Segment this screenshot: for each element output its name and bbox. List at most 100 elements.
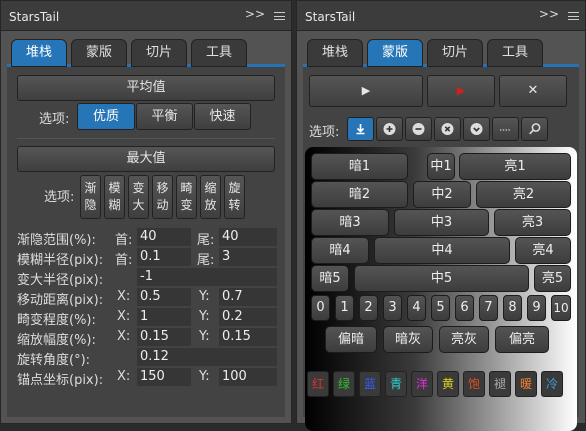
fast-option-button[interactable]: 快速 (194, 103, 251, 130)
quality-option-button[interactable]: 优质 (77, 103, 135, 130)
level-5-button[interactable]: 5 (431, 295, 450, 321)
mid3-button[interactable]: 中3 (394, 209, 489, 236)
blur-end-input[interactable]: 3 (219, 248, 277, 266)
dots-icon-button[interactable] (492, 117, 519, 141)
move-effect-button[interactable]: 移动 (152, 175, 173, 219)
mid2-button[interactable]: 中2 (413, 181, 471, 208)
tab-mask[interactable]: 蒙版 (367, 39, 423, 67)
level-7-button[interactable]: 7 (479, 295, 498, 321)
dark2-button[interactable]: 暗2 (311, 181, 408, 208)
light5-button[interactable]: 亮5 (534, 265, 571, 292)
level-10-button[interactable]: 10 (551, 295, 571, 321)
subtract-icon-button[interactable] (405, 117, 432, 141)
tab-tools[interactable]: 工具 (191, 39, 247, 67)
tab-tools[interactable]: 工具 (487, 39, 543, 67)
anchor-y-input[interactable]: 100 (219, 368, 277, 386)
tab-stack[interactable]: 堆栈 (307, 39, 363, 67)
scale-x-input[interactable]: 0.15 (137, 328, 191, 346)
distort-x-key: X: (117, 309, 131, 324)
record-button[interactable]: ▶ (427, 75, 495, 107)
exclude-icon-button[interactable] (434, 117, 461, 141)
distort-effect-button[interactable]: 畸变 (176, 175, 197, 219)
darker-button[interactable]: 偏暗 (325, 326, 377, 353)
tab-stack[interactable]: 堆栈 (11, 39, 67, 67)
panel-title-bar: StarsTail >> (297, 1, 585, 31)
level-8-button[interactable]: 8 (503, 295, 522, 321)
warm-button[interactable]: 暖 (515, 371, 537, 397)
search-icon-button[interactable] (521, 117, 548, 141)
divider (17, 138, 275, 139)
dark3-button[interactable]: 暗3 (311, 209, 389, 236)
red-color-button[interactable]: 红 (307, 371, 329, 397)
collapse-chevron-icon[interactable]: >> (245, 7, 265, 21)
saturation-button[interactable]: 饱 (463, 371, 485, 397)
grow-radius-input[interactable]: -1 (137, 268, 277, 286)
level-9-button[interactable]: 9 (527, 295, 546, 321)
dark4-button[interactable]: 暗4 (311, 237, 369, 264)
search-icon (529, 123, 541, 135)
yellow-color-button[interactable]: 黄 (437, 371, 459, 397)
fade-start-input[interactable]: 40 (137, 228, 191, 246)
light4-button[interactable]: 亮4 (515, 237, 571, 264)
magenta-color-button[interactable]: 洋 (411, 371, 433, 397)
dark-gray-button[interactable]: 暗灰 (383, 326, 433, 353)
dark5-button[interactable]: 暗5 (311, 265, 349, 292)
maximum-button[interactable]: 最大值 (17, 146, 275, 172)
scale-y-input[interactable]: 0.15 (219, 328, 277, 346)
move-y-input[interactable]: 0.7 (219, 288, 277, 306)
distort-y-key: Y: (199, 309, 210, 324)
distort-y-input[interactable]: 0.2 (219, 308, 277, 326)
plus-circle-icon (383, 123, 396, 135)
panel-menu-icon[interactable] (274, 12, 285, 20)
rotate-effect-button[interactable]: 旋转 (224, 175, 245, 219)
collapse-chevron-icon[interactable]: >> (539, 7, 559, 21)
mid1-button[interactable]: 中1 (427, 153, 455, 180)
mid4-button[interactable]: 中4 (374, 237, 510, 264)
light3-button[interactable]: 亮3 (494, 209, 571, 236)
play-button[interactable]: ▶ (309, 75, 423, 107)
level-6-button[interactable]: 6 (455, 295, 474, 321)
average-button[interactable]: 平均值 (17, 75, 275, 101)
blur-effect-button[interactable]: 模糊 (104, 175, 125, 219)
level-4-button[interactable]: 4 (407, 295, 426, 321)
scale-effect-button[interactable]: 缩放 (200, 175, 221, 219)
tab-slice[interactable]: 切片 (131, 39, 187, 67)
desaturate-button[interactable]: 褪 (489, 371, 511, 397)
panel-title: StarsTail (305, 10, 356, 24)
rotate-angle-input[interactable]: 0.12 (137, 348, 277, 366)
fade-end-input[interactable]: 40 (219, 228, 277, 246)
tab-mask[interactable]: 蒙版 (71, 39, 127, 67)
close-button[interactable]: ✕ (499, 75, 567, 107)
green-color-button[interactable]: 绿 (333, 371, 355, 397)
panel-menu-icon[interactable] (568, 12, 579, 20)
level-3-button[interactable]: 3 (383, 295, 402, 321)
mid5-button[interactable]: 中5 (354, 265, 529, 292)
anchor-x-input[interactable]: 150 (137, 368, 191, 386)
move-x-input[interactable]: 0.5 (137, 288, 191, 306)
balance-option-button[interactable]: 平衡 (136, 103, 193, 130)
lighter-button[interactable]: 偏亮 (495, 326, 549, 353)
download-icon-button[interactable] (347, 117, 374, 141)
download-icon (356, 124, 365, 135)
light1-button[interactable]: 亮1 (459, 153, 571, 180)
mask-body: ▶ ▶ ✕ 选项: 暗1 中1 亮1 暗2 中2 亮2 暗3 中3 亮3 暗4 … (303, 67, 579, 431)
light2-button[interactable]: 亮2 (476, 181, 571, 208)
tab-bar: 堆栈 蒙版 切片 工具 (303, 37, 579, 67)
grow-effect-button[interactable]: 变大 (128, 175, 149, 219)
dropdown-icon-button[interactable] (463, 117, 490, 141)
blue-color-button[interactable]: 蓝 (359, 371, 381, 397)
panel-title-bar: StarsTail >> (1, 1, 291, 31)
add-icon-button[interactable] (376, 117, 403, 141)
cool-button[interactable]: 冷 (541, 371, 563, 397)
level-2-button[interactable]: 2 (359, 295, 378, 321)
right-panel: StarsTail >> 堆栈 蒙版 切片 工具 ▶ ▶ ✕ 选项: 暗1 中1… (296, 0, 586, 431)
dark1-button[interactable]: 暗1 (311, 153, 408, 180)
fade-effect-button[interactable]: 渐隐 (80, 175, 101, 219)
level-1-button[interactable]: 1 (335, 295, 354, 321)
light-gray-button[interactable]: 亮灰 (439, 326, 489, 353)
distort-x-input[interactable]: 1 (137, 308, 191, 326)
cyan-color-button[interactable]: 青 (385, 371, 407, 397)
level-0-button[interactable]: 0 (311, 295, 330, 321)
tab-slice[interactable]: 切片 (427, 39, 483, 67)
blur-start-input[interactable]: 0.1 (137, 248, 191, 266)
